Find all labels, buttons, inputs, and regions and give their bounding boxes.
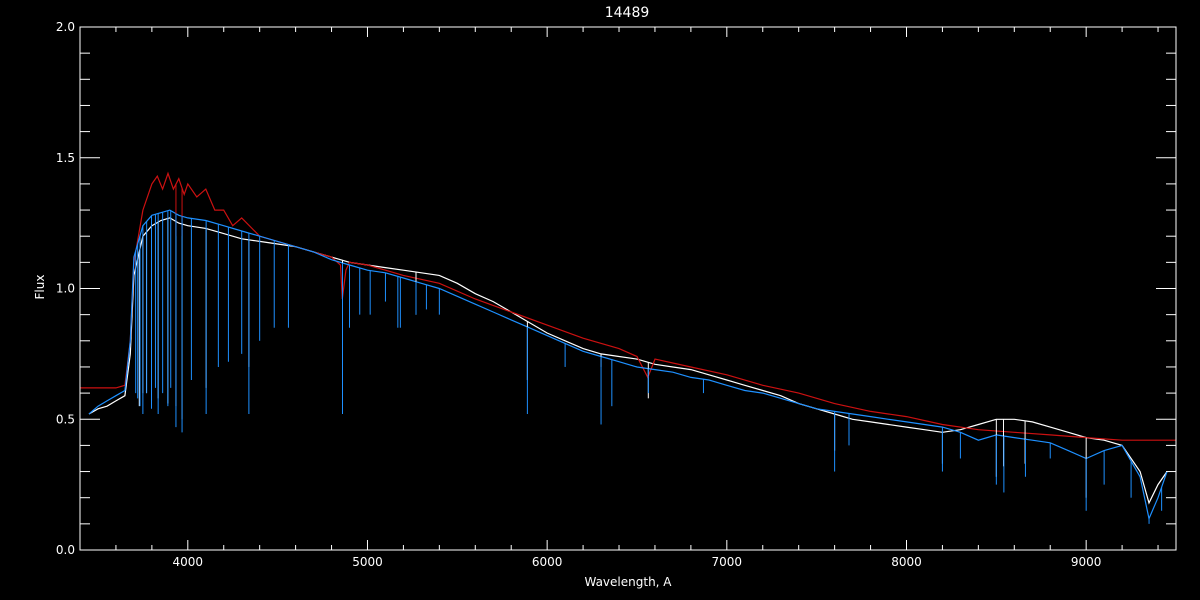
y-tick-label: 1.5 bbox=[56, 151, 75, 165]
x-tick-label: 7000 bbox=[712, 555, 743, 569]
y-tick-label: 0.0 bbox=[56, 543, 75, 557]
x-tick-label: 8000 bbox=[891, 555, 922, 569]
chart-title: 14489 bbox=[605, 5, 650, 21]
y-tick-label: 0.5 bbox=[56, 412, 75, 426]
x-axis-label: Wavelength, A bbox=[584, 575, 672, 589]
spectrum-chart: 14489 4000 5000 6000 7000 8000 9000 0.0 0.5 1.0 1… bbox=[0, 0, 1200, 600]
y-tick-label: 1.0 bbox=[56, 282, 75, 296]
x-tick-label: 9000 bbox=[1071, 555, 1102, 569]
x-tick-label: 5000 bbox=[352, 555, 383, 569]
x-tick-label: 6000 bbox=[532, 555, 563, 569]
y-axis-label: Flux bbox=[33, 275, 47, 300]
x-tick-label: 4000 bbox=[173, 555, 204, 569]
chart-background bbox=[0, 0, 1200, 600]
y-tick-label: 2.0 bbox=[56, 20, 75, 34]
